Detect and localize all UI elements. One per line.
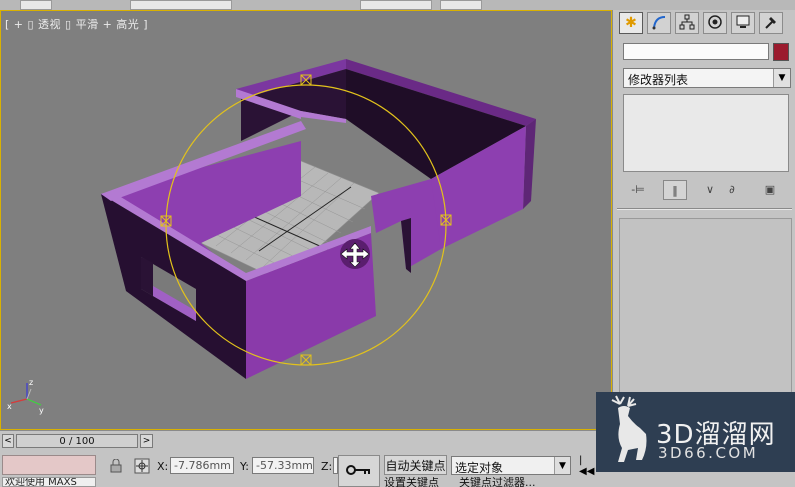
auto-key-button[interactable]: 自动关键点 (384, 455, 447, 475)
svg-text:z: z (29, 378, 33, 387)
time-next-button[interactable]: > (140, 434, 153, 448)
modifier-list-label: 修改器列表 (628, 73, 689, 87)
toolbar-chip[interactable] (440, 0, 482, 10)
y-coordinate-field[interactable]: -57.33mm (252, 457, 314, 474)
pin-stack-icon[interactable]: -⊨ (627, 180, 649, 198)
show-end-result-icon[interactable]: ‖ (663, 180, 687, 200)
monitor-icon (735, 14, 751, 33)
x-coordinate-field[interactable]: -7.786mm (170, 457, 234, 474)
remove-modifier-icon[interactable]: ∂ (721, 180, 743, 198)
lock-icon[interactable] (107, 458, 125, 474)
deer-logo-icon (611, 395, 647, 462)
object-name-input[interactable] (623, 43, 769, 60)
divider (617, 208, 792, 210)
display-tab[interactable] (731, 12, 755, 34)
maxscript-listener[interactable] (2, 455, 96, 475)
modify-tab[interactable] (647, 12, 671, 34)
viewport-label[interactable]: [ + ▯ 透视 ▯ 平滑 + 高光 ] (5, 16, 148, 32)
hammer-icon (763, 14, 779, 33)
chevron-down-icon[interactable]: ▼ (554, 457, 570, 474)
chevron-down-icon[interactable]: ▼ (773, 69, 790, 87)
toolbar-chip[interactable] (20, 0, 52, 10)
toolbar-chip[interactable] (130, 0, 232, 10)
status-message: 欢迎使用 MAXS (2, 477, 96, 487)
watermark-subtitle: 3D66.COM (658, 444, 759, 462)
modify-arc-icon (651, 14, 667, 33)
command-panel: ✱ 修改器列表 ▼ -⊨ ‖ ∨ ∂ ▣ (612, 10, 795, 430)
hierarchy-icon (679, 14, 695, 33)
toolbar-chip[interactable] (360, 0, 432, 10)
utilities-tab[interactable] (759, 12, 783, 34)
object-color-swatch[interactable] (773, 43, 789, 61)
motion-tab[interactable] (703, 12, 727, 34)
z-label: Z: (321, 460, 333, 473)
set-key-button[interactable] (338, 455, 380, 487)
perspective-viewport[interactable]: z x y [ + ▯ 透视 ▯ 平滑 + 高光 ] (0, 10, 612, 430)
absolute-mode-icon[interactable] (133, 458, 151, 474)
modifier-list-dropdown[interactable]: 修改器列表 ▼ (623, 68, 791, 88)
go-to-start-icon[interactable]: |◀◀ (579, 455, 595, 477)
axis-tripod-icon: z x y (7, 378, 44, 415)
key-icon (346, 464, 372, 479)
sun-icon: ✱ (625, 15, 637, 31)
key-filters-button[interactable]: 关键点过滤器... (459, 477, 579, 487)
move-cursor-icon (340, 239, 370, 269)
scene-canvas[interactable]: z x y (1, 11, 612, 430)
y-label: Y: (240, 460, 249, 473)
selection-set-dropdown[interactable]: 选定对象 ▼ (451, 456, 571, 475)
configure-sets-icon[interactable]: ▣ (759, 180, 781, 198)
hierarchy-tab[interactable] (675, 12, 699, 34)
svg-text:x: x (7, 402, 12, 411)
watermark-logo: 3D溜溜网 3D66.COM (596, 392, 795, 472)
set-key-mode-button[interactable]: 设置关键点 (384, 477, 447, 487)
time-slider-thumb[interactable]: 0 / 100 (16, 434, 138, 448)
create-tab[interactable]: ✱ (619, 12, 643, 34)
motion-icon (707, 14, 723, 33)
modifier-stack[interactable] (623, 94, 789, 172)
make-unique-icon[interactable]: ∨ (699, 180, 721, 198)
time-prev-button[interactable]: < (2, 434, 14, 448)
x-label: X: (157, 460, 169, 473)
svg-text:y: y (39, 406, 44, 415)
selection-set-label: 选定对象 (455, 461, 504, 475)
